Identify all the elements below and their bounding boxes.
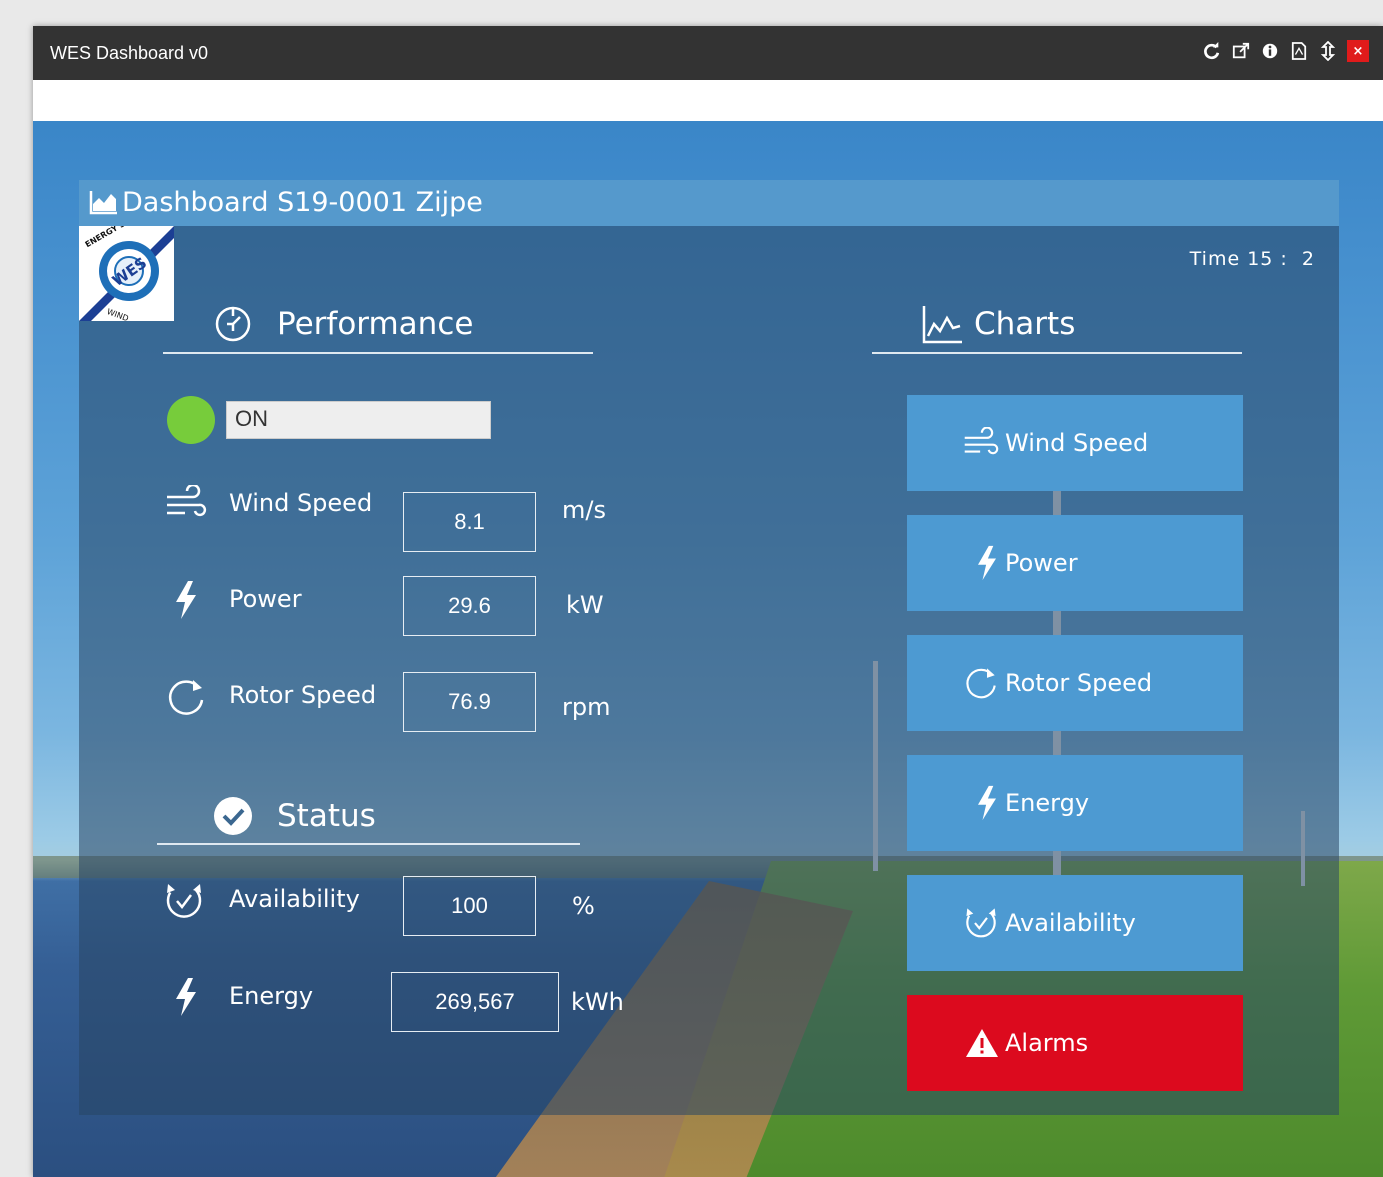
availability-chart-button[interactable]: Availability: [907, 875, 1243, 971]
refresh-icon[interactable]: [1202, 41, 1222, 61]
power-chart-button[interactable]: Power: [907, 515, 1243, 611]
check-circle-icon: [213, 796, 253, 840]
panel-header: Dashboard S19-0001 Zijpe: [79, 180, 1339, 226]
energy-chart-button[interactable]: Energy: [907, 755, 1243, 851]
bolt-icon: [963, 785, 999, 821]
alarms-button[interactable]: Alarms: [907, 995, 1243, 1091]
wind-speed-value: 8.1: [403, 492, 536, 552]
rotor-speed-chart-button[interactable]: Rotor Speed: [907, 635, 1243, 731]
availability-unit: %: [572, 892, 595, 920]
bolt-icon: [963, 545, 999, 581]
rotate-icon: [165, 676, 207, 722]
availability-icon: [163, 880, 205, 926]
energy-chart-label: Energy: [1005, 789, 1090, 817]
energy-label: Energy: [229, 982, 314, 1010]
window-toolbar: ×: [1202, 40, 1369, 62]
rotor-speed-label: Rotor Speed: [229, 681, 377, 709]
bolt-icon: [173, 977, 199, 1021]
close-icon[interactable]: ×: [1347, 40, 1369, 62]
background-landscape: Dashboard S19-0001 Zijpe WES ENERGY SOLU…: [33, 121, 1383, 1177]
availability-chart-label: Availability: [1005, 909, 1136, 937]
power-unit: kW: [566, 591, 604, 619]
wind-speed-label: Wind Speed: [229, 489, 373, 517]
pdf-icon[interactable]: [1289, 41, 1309, 61]
power-label: Power: [229, 585, 302, 613]
info-icon[interactable]: [1260, 41, 1280, 61]
rotor-speed-chart-label: Rotor Speed: [1005, 669, 1153, 697]
rotate-icon: [963, 665, 999, 701]
toolbar-strip: [33, 80, 1383, 121]
wind-speed-unit: m/s: [562, 496, 606, 524]
wind-speed-chart-label: Wind Speed: [1005, 429, 1149, 457]
power-value: 29.6: [403, 576, 536, 636]
rotor-speed-value: 76.9: [403, 672, 536, 732]
performance-title: Performance: [277, 306, 474, 342]
page-title: Dashboard S19-0001 Zijpe: [122, 187, 483, 218]
wind-icon: [963, 427, 999, 459]
availability-value: 100: [403, 876, 536, 936]
area-chart-icon: [89, 189, 119, 219]
dashboard-window: WES Dashboard v0 × Dashboard S19-0001 Zi…: [33, 26, 1383, 1177]
charts-title: Charts: [974, 306, 1076, 342]
resize-icon[interactable]: [1318, 41, 1338, 61]
wind-icon: [165, 483, 207, 525]
warning-icon: [963, 1028, 999, 1058]
energy-unit: kWh: [571, 988, 624, 1016]
window-title: WES Dashboard v0: [50, 43, 209, 63]
charts-divider: [872, 352, 1242, 354]
availability-label: Availability: [229, 885, 360, 913]
title-bar: WES Dashboard v0 ×: [33, 26, 1383, 80]
power-chart-label: Power: [1005, 549, 1078, 577]
time-display: Time 15 : 2: [1190, 248, 1315, 270]
performance-gauge-icon: [213, 304, 253, 348]
line-chart-icon: [922, 304, 964, 348]
status-indicator: [167, 396, 215, 444]
status-title: Status: [277, 798, 376, 834]
company-logo: WES ENERGY SOLUTIONS WIND: [79, 226, 174, 321]
external-link-icon[interactable]: [1231, 41, 1251, 61]
rotor-speed-unit: rpm: [562, 693, 611, 721]
time-label: Time: [1189, 248, 1241, 270]
status-divider: [157, 843, 580, 845]
bolt-icon: [173, 580, 199, 624]
wind-speed-chart-button[interactable]: Wind Speed: [907, 395, 1243, 491]
alarms-label: Alarms: [1005, 1029, 1089, 1057]
time-value: 15 : 2: [1247, 248, 1315, 270]
dashboard-panel: Dashboard S19-0001 Zijpe WES ENERGY SOLU…: [79, 180, 1339, 1115]
run-state-field: ON: [226, 401, 491, 439]
availability-icon: [963, 905, 999, 941]
energy-value: 269,567: [391, 972, 559, 1032]
performance-divider: [163, 352, 593, 354]
